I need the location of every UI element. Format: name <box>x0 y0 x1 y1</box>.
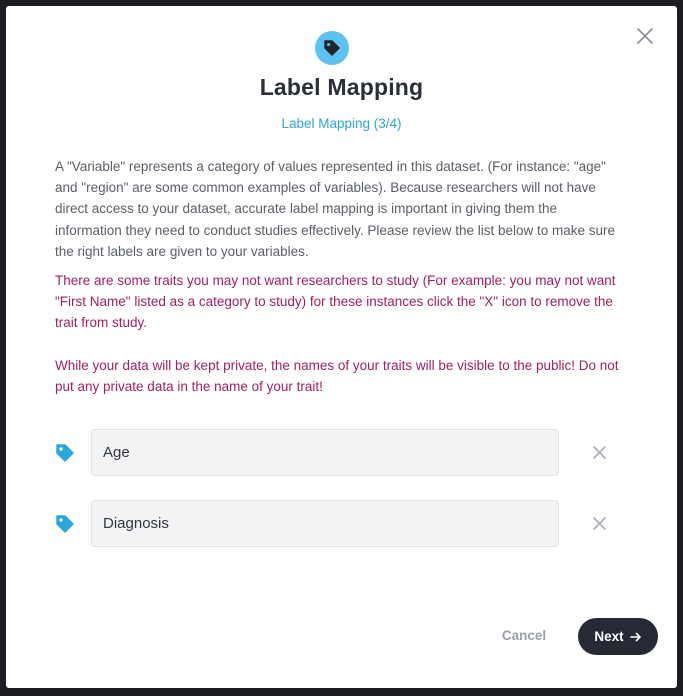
next-button-label: Next <box>594 629 624 644</box>
trait-row <box>55 429 625 476</box>
tag-icon <box>324 40 340 56</box>
remove-trait-button[interactable] <box>592 516 607 531</box>
next-button[interactable]: Next <box>578 618 658 655</box>
cancel-button[interactable]: Cancel <box>484 620 564 650</box>
close-icon <box>593 446 606 459</box>
step-indicator: Label Mapping (3/4) <box>281 116 402 131</box>
privacy-warning: While your data will be kept private, th… <box>55 358 619 395</box>
tag-icon <box>56 444 74 462</box>
arrow-right-icon <box>629 631 642 643</box>
remove-trait-button[interactable] <box>592 445 607 460</box>
close-icon <box>593 517 606 530</box>
trait-row <box>55 500 625 547</box>
close-icon <box>637 28 653 44</box>
header-tag-badge <box>315 31 349 65</box>
trait-name-input[interactable] <box>91 429 559 476</box>
variable-description: A "Variable" represents a category of va… <box>55 159 616 259</box>
label-mapping-modal: Label Mapping Label Mapping (3/4) A "Var… <box>6 6 677 688</box>
page-title: Label Mapping <box>259 74 424 100</box>
remove-trait-warning: There are some traits you may not want r… <box>55 273 616 331</box>
tag-icon <box>56 515 74 533</box>
trait-name-input[interactable] <box>91 500 559 547</box>
close-button[interactable] <box>634 25 656 47</box>
